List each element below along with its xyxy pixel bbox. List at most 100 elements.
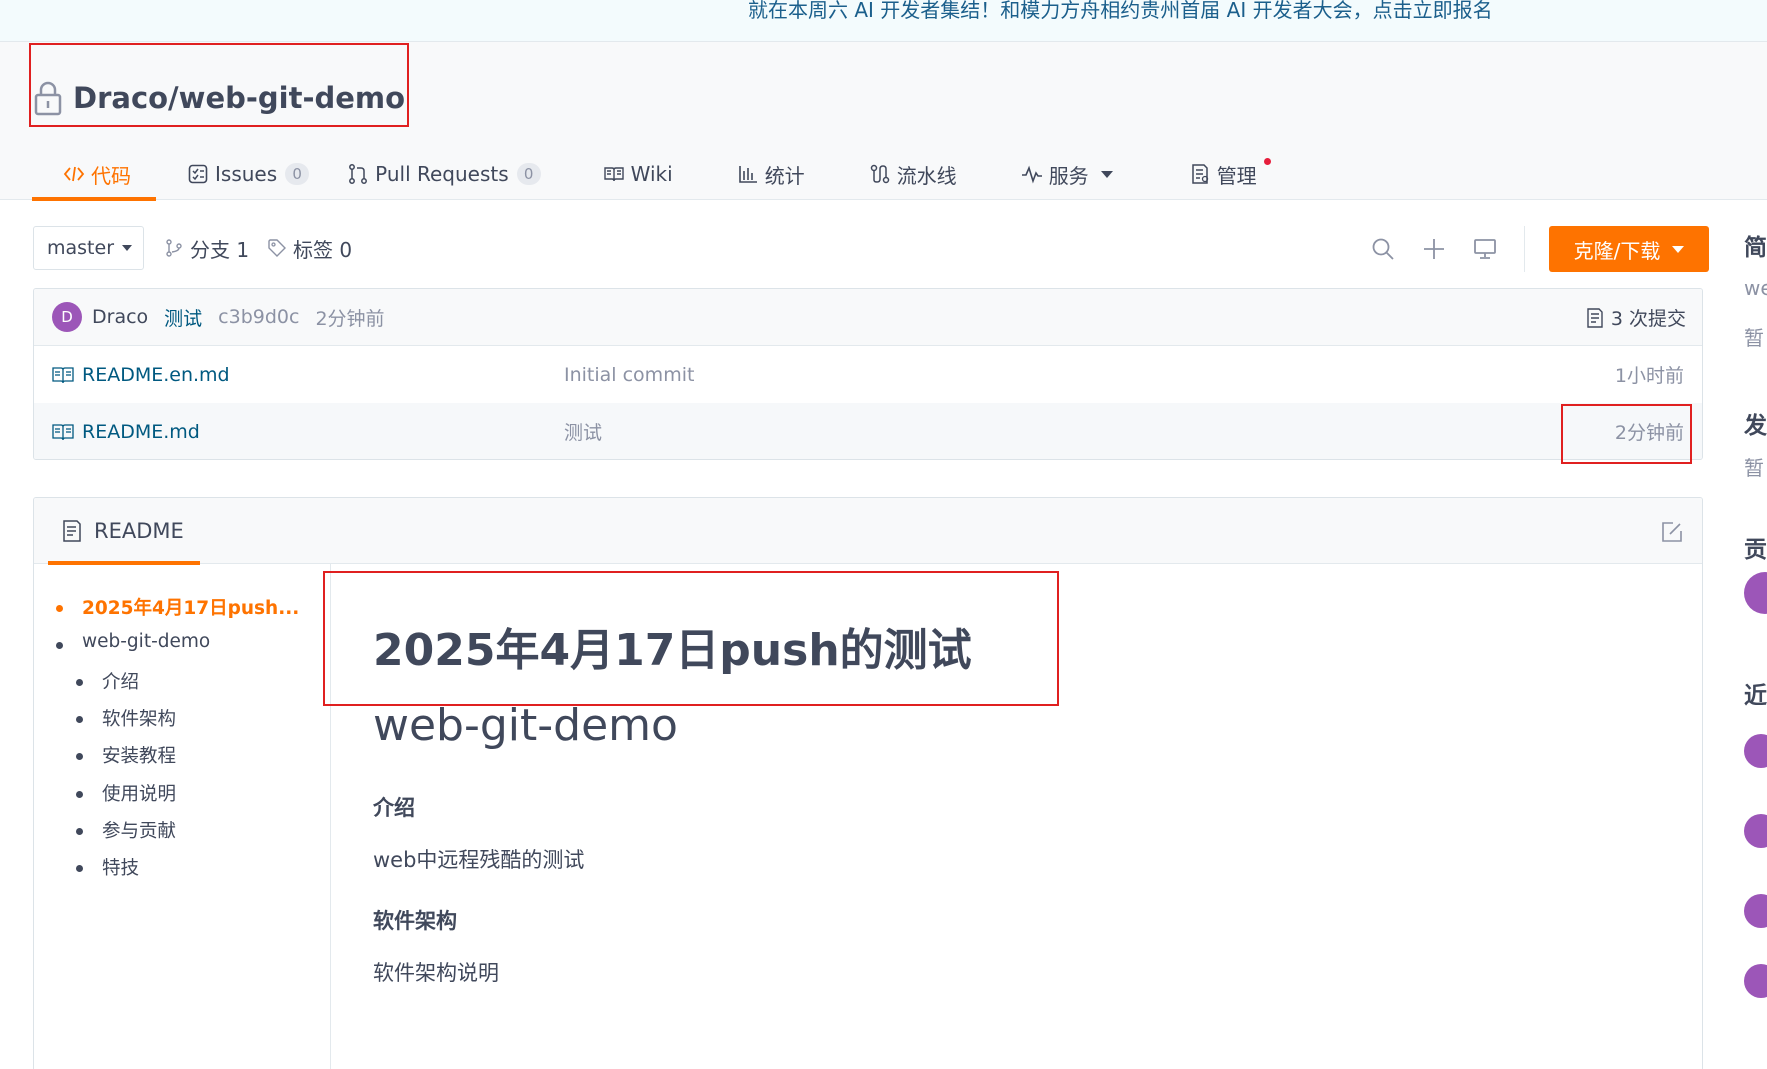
architecture-heading: 软件架构 [373,909,457,933]
search-icon[interactable] [1370,236,1396,262]
commit-author[interactable]: Draco [92,306,148,328]
pipeline-icon [870,164,889,184]
book-icon [603,167,624,182]
avatar[interactable] [1744,572,1767,614]
sidebar-desc: we [1744,276,1767,300]
toc-item[interactable]: web-git-demo [55,631,210,652]
tab-label: Issues [215,162,278,186]
file-list: D Draco 测试 c3b9d0c 2分钟前 3 次提交 README.en.… [33,288,1703,460]
caret-down-icon [1672,245,1685,253]
file-commit-message[interactable]: 测试 [564,418,602,445]
pr-count-badge: 0 [516,163,541,185]
intro-text: web中远程残酷的测试 [373,848,585,872]
tab-wiki[interactable]: Wiki [603,148,673,200]
avatar[interactable] [1744,814,1767,848]
branch-select[interactable]: master [33,226,144,270]
tab-pipeline[interactable]: 流水线 [869,148,957,200]
caret-down-icon [122,245,133,251]
readme-file-icon [52,367,74,384]
branch-name: master [47,237,115,259]
branches-link[interactable]: 分支 1 [164,226,249,270]
file-name[interactable]: README.md [82,421,200,443]
readme-heading-1: 2025年4月17日push的测试 [373,625,972,676]
sidebar-heading-release: 发 [1744,413,1767,439]
file-time: 1小时前 [1614,365,1684,387]
web-ide-icon[interactable] [1472,236,1498,262]
tags-count: 标签 0 [293,237,353,262]
lock-icon [34,81,62,116]
file-name[interactable]: README.en.md [82,364,230,386]
sidebar-empty-text: 暂 [1744,326,1764,350]
avatar[interactable]: D [52,302,82,332]
branch-icon [166,239,182,257]
repo-title: Draco/web-git-demo [33,78,405,118]
avatar[interactable] [1744,964,1767,998]
readme-tab[interactable]: README [48,498,200,565]
announcement-banner[interactable]: 就在本周六 AI 开发者集结！和模力方舟相约贵州首届 AI 开发者大会，点击立即… [0,0,1767,42]
tab-label: Pull Requests [375,162,509,186]
sidebar-empty-text: 暂 [1744,456,1764,480]
tab-label: Wiki [630,162,673,186]
clone-download-button[interactable]: 克隆/下载 [1549,226,1709,272]
toc-item[interactable]: 安装教程 [75,742,176,768]
notification-dot [1263,158,1271,165]
issues-count-badge: 0 [285,163,310,185]
toc-item[interactable]: 介绍 [75,668,139,694]
repo-toolbar: master 分支 1 标签 0 克隆/下载 [33,226,1709,272]
tab-stats[interactable]: 统计 [737,148,805,200]
readme-icon [63,520,81,542]
clone-label: 克隆/下载 [1573,238,1661,263]
readme-header: README [34,498,1702,565]
commits-icon [1587,307,1603,328]
readme-panel: README 2025年4月17日push... web-git-demo 介绍… [33,497,1703,1069]
chevron-down-icon [1100,170,1113,178]
tab-code[interactable]: 代码 [32,148,156,201]
tab-label: 流水线 [896,163,957,188]
bar-chart-icon [738,166,757,183]
commit-count-link[interactable]: 3 次提交 [1585,289,1686,346]
tab-label: 管理 [1216,163,1257,188]
sidebar-heading-recent: 近 [1744,683,1767,709]
right-sidebar: 简 we 暂 发 暂 贡 近 [1744,200,1767,1069]
commit-sha[interactable]: c3b9d0c [218,306,299,328]
pulse-icon [1021,165,1042,184]
tab-services[interactable]: 服务 [1021,148,1113,200]
avatar[interactable] [1744,894,1767,928]
file-row[interactable]: README.md 测试 2分钟前 [34,403,1702,459]
readme-tab-label: README [94,519,184,543]
readme-toc: 2025年4月17日push... web-git-demo 介绍 软件架构 安… [34,564,331,1069]
intro-heading: 介绍 [373,796,415,820]
toolbar-divider [1524,226,1525,272]
architecture-text: 软件架构说明 [373,961,499,985]
code-icon [63,166,85,182]
sidebar-heading-contributors: 贡 [1744,537,1767,563]
tab-label: 服务 [1048,163,1089,188]
banner-text[interactable]: 就在本周六 AI 开发者集结！和模力方舟相约贵州首届 AI 开发者大会，点击立即… [748,0,1493,23]
readme-file-icon [52,424,74,441]
edit-icon[interactable] [1660,520,1684,544]
commit-count: 3 次提交 [1610,308,1686,330]
tag-icon [268,239,286,257]
commit-time: 2分钟前 [315,307,385,330]
commit-message[interactable]: 测试 [164,304,202,331]
tab-label: 统计 [764,163,805,188]
tab-pull-requests[interactable]: Pull Requests 0 [347,148,541,200]
tags-link[interactable]: 标签 0 [267,226,352,270]
sidebar-heading-intro: 简 [1744,235,1767,261]
pull-request-icon [349,164,368,184]
latest-commit-row: D Draco 测试 c3b9d0c 2分钟前 3 次提交 [34,289,1702,346]
toc-item[interactable]: 参与贡献 [75,817,176,843]
add-file-icon[interactable] [1421,236,1447,262]
toc-item[interactable]: 特技 [75,854,139,880]
file-row[interactable]: README.en.md Initial commit 1小时前 [34,346,1702,403]
avatar[interactable] [1744,734,1767,768]
toc-item[interactable]: 软件架构 [75,705,176,731]
file-commit-message[interactable]: Initial commit [564,364,694,386]
tab-manage[interactable]: 管理 [1189,148,1271,200]
toc-item[interactable]: 2025年4月17日push... [55,594,299,620]
toc-item[interactable]: 使用说明 [75,780,176,806]
tab-label: 代码 [91,163,131,188]
repo-name[interactable]: Draco/web-git-demo [73,81,405,115]
tab-issues[interactable]: Issues 0 [187,148,310,200]
branches-count: 分支 1 [190,237,250,262]
